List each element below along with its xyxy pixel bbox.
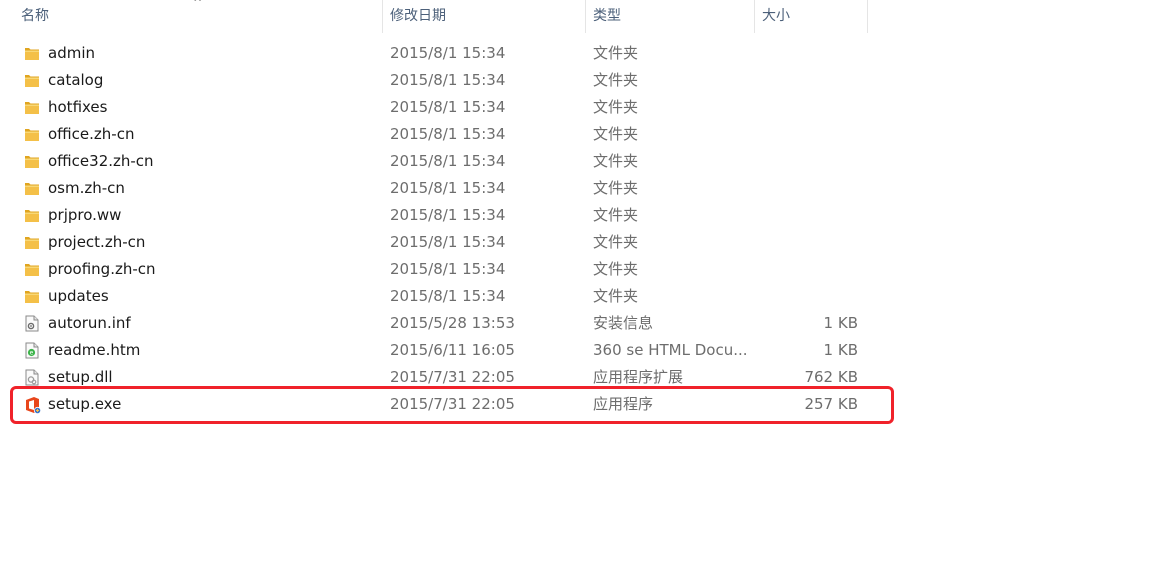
dll-file-icon	[24, 369, 40, 386]
file-size	[755, 283, 858, 310]
file-size	[755, 175, 858, 202]
folder-icon	[24, 126, 40, 143]
column-header-type[interactable]: 类型	[586, 0, 754, 33]
file-row-osm-zh-cn[interactable]: osm.zh-cn 2015/8/1 15:34 文件夹	[14, 175, 868, 202]
file-type: 文件夹	[593, 125, 639, 143]
file-size	[755, 202, 858, 229]
folder-icon	[24, 153, 40, 170]
file-name: catalog	[48, 71, 104, 89]
file-name: hotfixes	[48, 98, 108, 116]
file-name: updates	[48, 287, 109, 305]
file-type: 文件夹	[593, 71, 639, 89]
file-row-office32-zh-cn[interactable]: office32.zh-cn 2015/8/1 15:34 文件夹	[14, 148, 868, 175]
file-size	[755, 256, 858, 283]
file-row-project-zh-cn[interactable]: project.zh-cn 2015/8/1 15:34 文件夹	[14, 229, 868, 256]
file-modified-date: 2015/8/1 15:34	[390, 71, 506, 89]
file-modified-date: 2015/8/1 15:34	[390, 233, 506, 251]
file-modified-date: 2015/8/1 15:34	[390, 125, 506, 143]
file-type: 文件夹	[593, 206, 639, 224]
file-name: autorun.inf	[48, 314, 131, 332]
file-size: 762 KB	[804, 368, 858, 386]
folder-icon	[24, 207, 40, 224]
file-name: office32.zh-cn	[48, 152, 154, 170]
folder-icon	[24, 261, 40, 278]
folder-icon	[24, 180, 40, 197]
file-modified-date: 2015/6/11 16:05	[390, 341, 515, 359]
file-type: 360 se HTML Docu...	[593, 341, 748, 359]
file-size	[755, 40, 858, 67]
file-row-readme-htm[interactable]: e readme.htm 2015/6/11 16:05 360 se HTML Do…	[14, 337, 868, 364]
folder-icon	[24, 45, 40, 62]
office-setup-icon	[24, 396, 42, 415]
file-row-office-zh-cn[interactable]: office.zh-cn 2015/8/1 15:34 文件夹	[14, 121, 868, 148]
file-name: readme.htm	[48, 341, 141, 359]
file-modified-date: 2015/8/1 15:34	[390, 152, 506, 170]
file-modified-date: 2015/8/1 15:34	[390, 98, 506, 116]
file-name: setup.exe	[48, 395, 122, 413]
file-type: 文件夹	[593, 98, 639, 116]
file-modified-date: 2015/5/28 13:53	[390, 314, 515, 332]
file-size	[755, 148, 858, 175]
file-size	[755, 67, 858, 94]
file-row-admin[interactable]: admin 2015/8/1 15:34 文件夹	[14, 40, 868, 67]
file-modified-date: 2015/8/1 15:34	[390, 179, 506, 197]
file-row-setup-dll[interactable]: setup.dll 2015/7/31 22:05 应用程序扩展 762 KB	[14, 364, 868, 391]
file-modified-date: 2015/8/1 15:34	[390, 260, 506, 278]
file-size: 257 KB	[804, 395, 858, 413]
file-name: setup.dll	[48, 368, 113, 386]
folder-icon	[24, 234, 40, 251]
svg-text:e: e	[30, 350, 34, 357]
folder-icon	[24, 99, 40, 116]
file-type: 文件夹	[593, 152, 639, 170]
file-size	[755, 121, 858, 148]
file-size: 1 KB	[823, 341, 858, 359]
file-type: 文件夹	[593, 44, 639, 62]
file-type: 文件夹	[593, 260, 639, 278]
column-header-bar: 名称 ^ 修改日期 类型 大小	[0, 0, 868, 33]
folder-icon	[24, 72, 40, 89]
file-name: admin	[48, 44, 95, 62]
column-header-date[interactable]: 修改日期	[383, 0, 585, 33]
file-size	[755, 229, 858, 256]
file-name: osm.zh-cn	[48, 179, 125, 197]
folder-icon	[24, 288, 40, 305]
file-type: 安装信息	[593, 314, 654, 332]
file-modified-date: 2015/8/1 15:34	[390, 44, 506, 62]
file-row-autorun-inf[interactable]: autorun.inf 2015/5/28 13:53 安装信息 1 KB	[14, 310, 868, 337]
file-modified-date: 2015/7/31 22:05	[390, 368, 515, 386]
file-name: project.zh-cn	[48, 233, 146, 251]
file-type: 应用程序	[593, 395, 654, 413]
html-file-icon: e	[24, 342, 40, 359]
file-modified-date: 2015/8/1 15:34	[390, 206, 506, 224]
file-modified-date: 2015/7/31 22:05	[390, 395, 515, 413]
settings-file-icon	[24, 315, 40, 332]
file-type: 文件夹	[593, 233, 639, 251]
file-name: proofing.zh-cn	[48, 260, 156, 278]
column-divider[interactable]	[867, 0, 868, 33]
file-row-hotfixes[interactable]: hotfixes 2015/8/1 15:34 文件夹	[14, 94, 868, 121]
file-row-catalog[interactable]: catalog 2015/8/1 15:34 文件夹	[14, 67, 868, 94]
column-header-size[interactable]: 大小	[755, 0, 868, 33]
file-row-setup-exe[interactable]: setup.exe 2015/7/31 22:05 应用程序 257 KB	[14, 391, 868, 418]
file-modified-date: 2015/8/1 15:34	[390, 287, 506, 305]
file-row-updates[interactable]: updates 2015/8/1 15:34 文件夹	[14, 283, 868, 310]
file-size: 1 KB	[823, 314, 858, 332]
sort-ascending-icon: ^	[193, 0, 203, 9]
file-row-prjpro-ww[interactable]: prjpro.ww 2015/8/1 15:34 文件夹	[14, 202, 868, 229]
file-size	[755, 94, 858, 121]
file-type: 文件夹	[593, 287, 639, 305]
file-name: office.zh-cn	[48, 125, 135, 143]
file-type: 文件夹	[593, 179, 639, 197]
file-row-proofing-zh-cn[interactable]: proofing.zh-cn 2015/8/1 15:34 文件夹	[14, 256, 868, 283]
file-name: prjpro.ww	[48, 206, 122, 224]
file-type: 应用程序扩展	[593, 368, 684, 386]
